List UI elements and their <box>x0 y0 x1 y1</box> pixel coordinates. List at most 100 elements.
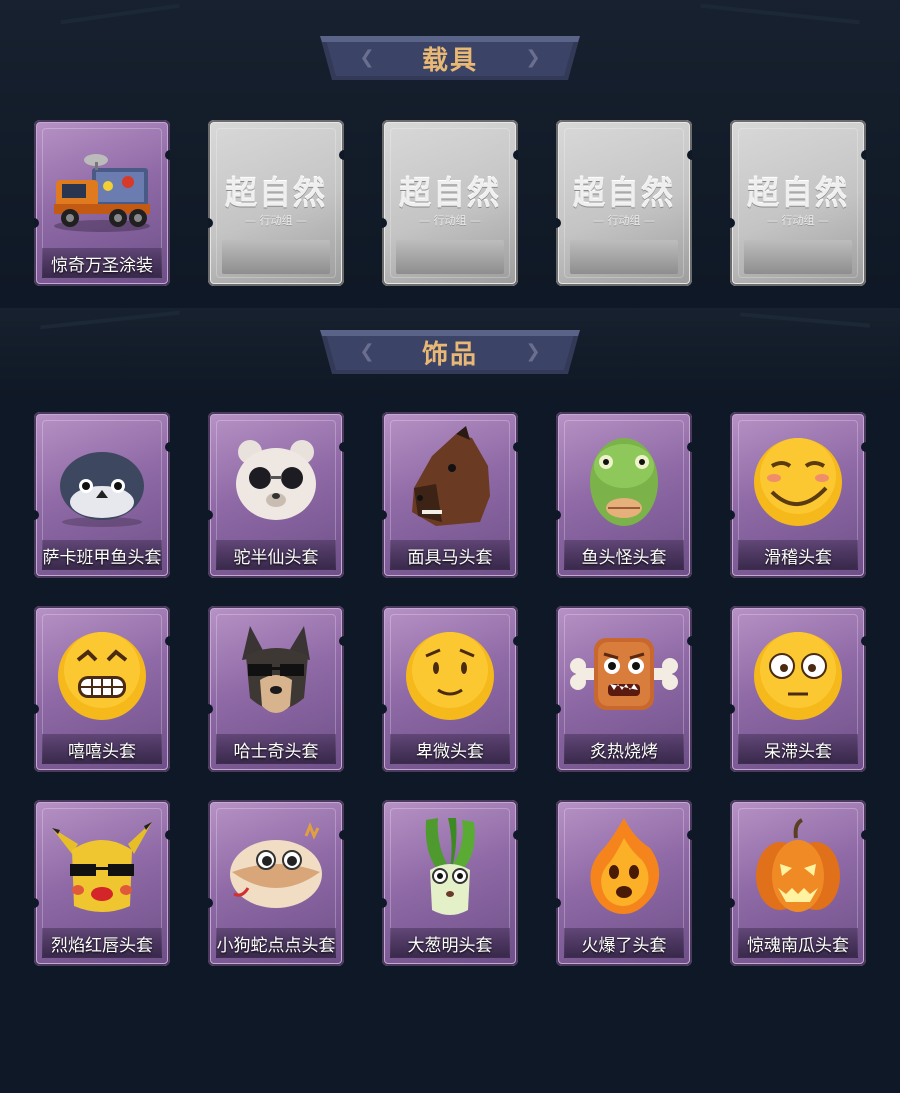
empty-slot-base <box>222 240 330 274</box>
accessory-card[interactable]: 滑稽头套 <box>730 412 866 578</box>
empty-slot-base <box>396 240 504 274</box>
vehicle-card[interactable]: 惊奇万圣涂装 <box>34 120 170 286</box>
card-notch <box>687 636 692 646</box>
accessory-section-title: 饰品 <box>421 339 478 370</box>
accessory-label: 鱼头怪头套 <box>564 540 684 570</box>
accessory-card[interactable]: 小狗蛇点点头套 <box>208 800 344 966</box>
accessory-label: 火爆了头套 <box>564 928 684 958</box>
accessory-card[interactable]: 面具马头套 <box>382 412 518 578</box>
accessory-card[interactable]: 大葱明头套 <box>382 800 518 966</box>
card-notch <box>34 898 39 908</box>
card-notch <box>513 442 518 452</box>
empty-vehicle-slot: 超自然 — 行动组 — <box>556 120 692 286</box>
scallion-icon <box>425 818 475 915</box>
accessory-section-header: ❮ ❯ 饰品 <box>318 328 582 376</box>
accessory-card[interactable]: 惊魂南瓜头套 <box>730 800 866 966</box>
snake-head-icon <box>230 821 322 908</box>
card-notch <box>556 704 561 714</box>
accessory-label: 哈士奇头套 <box>216 734 336 764</box>
card-notch <box>34 218 39 228</box>
accessory-label: 卑微头套 <box>390 734 510 764</box>
card-notch <box>861 636 866 646</box>
placeholder-logo-icon: 超自然 <box>746 174 849 212</box>
vehicle-section-header: ❮ ❯ 载具 <box>318 34 582 82</box>
card-notch <box>382 510 387 520</box>
accessory-label: 呆滞头套 <box>738 734 858 764</box>
accessory-card[interactable]: 哈士奇头套 <box>208 606 344 772</box>
dazed-emoji-icon <box>754 632 842 720</box>
accessory-card[interactable]: 鱼头怪头套 <box>556 412 692 578</box>
card-notch <box>165 150 170 160</box>
accessory-label: 惊魂南瓜头套 <box>738 928 858 958</box>
accessory-label: 面具马头套 <box>390 540 510 570</box>
card-notch <box>382 704 387 714</box>
accessory-label: 大葱明头套 <box>390 928 510 958</box>
humble-emoji-icon <box>406 632 494 720</box>
empty-slot-base <box>744 240 852 274</box>
pumpkin-icon <box>756 818 840 912</box>
empty-vehicle-slot: 超自然 — 行动组 — <box>208 120 344 286</box>
accessory-label: 萨卡班甲鱼头套 <box>42 540 162 570</box>
card-notch <box>861 150 866 160</box>
card-notch <box>861 442 866 452</box>
card-notch <box>165 442 170 452</box>
card-notch <box>339 830 344 840</box>
card-notch <box>208 704 213 714</box>
card-notch <box>339 442 344 452</box>
accessory-card[interactable]: 卑微头套 <box>382 606 518 772</box>
card-notch <box>687 442 692 452</box>
card-notch <box>513 830 518 840</box>
accessory-card[interactable]: 呆滞头套 <box>730 606 866 772</box>
placeholder-logo-subtitle: — 行动组 — <box>593 214 655 227</box>
halloween-truck-icon <box>54 154 150 232</box>
card-notch <box>513 150 518 160</box>
green-fish-icon <box>590 438 658 526</box>
accessory-label: 驼半仙头套 <box>216 540 336 570</box>
placeholder-logo-subtitle: — 行动组 — <box>767 214 829 227</box>
bear-sunglasses-icon <box>236 440 316 520</box>
accessory-label: 烈焰红唇头套 <box>42 928 162 958</box>
placeholder-logo-icon: 超自然 <box>224 174 327 212</box>
accessory-card[interactable]: 萨卡班甲鱼头套 <box>34 412 170 578</box>
accessory-card[interactable]: 嘻嘻头套 <box>34 606 170 772</box>
vehicle-section-title: 载具 <box>421 45 478 76</box>
card-notch <box>730 898 735 908</box>
horse-mask-icon <box>412 426 490 526</box>
card-notch <box>165 636 170 646</box>
accessory-card[interactable]: 火爆了头套 <box>556 800 692 966</box>
card-notch <box>208 898 213 908</box>
card-notch <box>861 830 866 840</box>
accessory-card[interactable]: 驼半仙头套 <box>208 412 344 578</box>
card-notch <box>556 510 561 520</box>
placeholder-logo-icon: 超自然 <box>572 174 675 212</box>
card-notch <box>382 898 387 908</box>
empty-vehicle-slot: 超自然 — 行动组 — <box>730 120 866 286</box>
card-notch <box>339 150 344 160</box>
smirk-emoji-icon <box>754 438 842 526</box>
grin-emoji-icon <box>58 632 146 720</box>
card-notch <box>339 636 344 646</box>
card-notch <box>513 636 518 646</box>
empty-slot-base <box>570 240 678 274</box>
meat-monster-icon <box>570 638 678 710</box>
card-notch <box>556 898 561 908</box>
vehicle-label: 惊奇万圣涂装 <box>42 248 162 278</box>
accessory-card[interactable]: 烈焰红唇头套 <box>34 800 170 966</box>
accessory-card[interactable]: 炙热烧烤 <box>556 606 692 772</box>
card-notch <box>34 510 39 520</box>
empty-vehicle-slot: 超自然 — 行动组 — <box>382 120 518 286</box>
husky-icon <box>242 626 310 713</box>
accessory-label: 小狗蛇点点头套 <box>216 928 336 958</box>
fireball-icon <box>590 818 660 914</box>
placeholder-logo-subtitle: — 行动组 — <box>419 214 481 227</box>
card-notch <box>687 150 692 160</box>
placeholder-logo-subtitle: — 行动组 — <box>245 214 307 227</box>
placeholder-logo-icon: 超自然 <box>398 174 501 212</box>
card-notch <box>34 704 39 714</box>
accessory-label: 嘻嘻头套 <box>42 734 162 764</box>
card-notch <box>730 704 735 714</box>
card-notch <box>687 830 692 840</box>
pikachu-lips-icon <box>52 822 152 912</box>
card-notch <box>730 510 735 520</box>
accessory-label: 滑稽头套 <box>738 540 858 570</box>
